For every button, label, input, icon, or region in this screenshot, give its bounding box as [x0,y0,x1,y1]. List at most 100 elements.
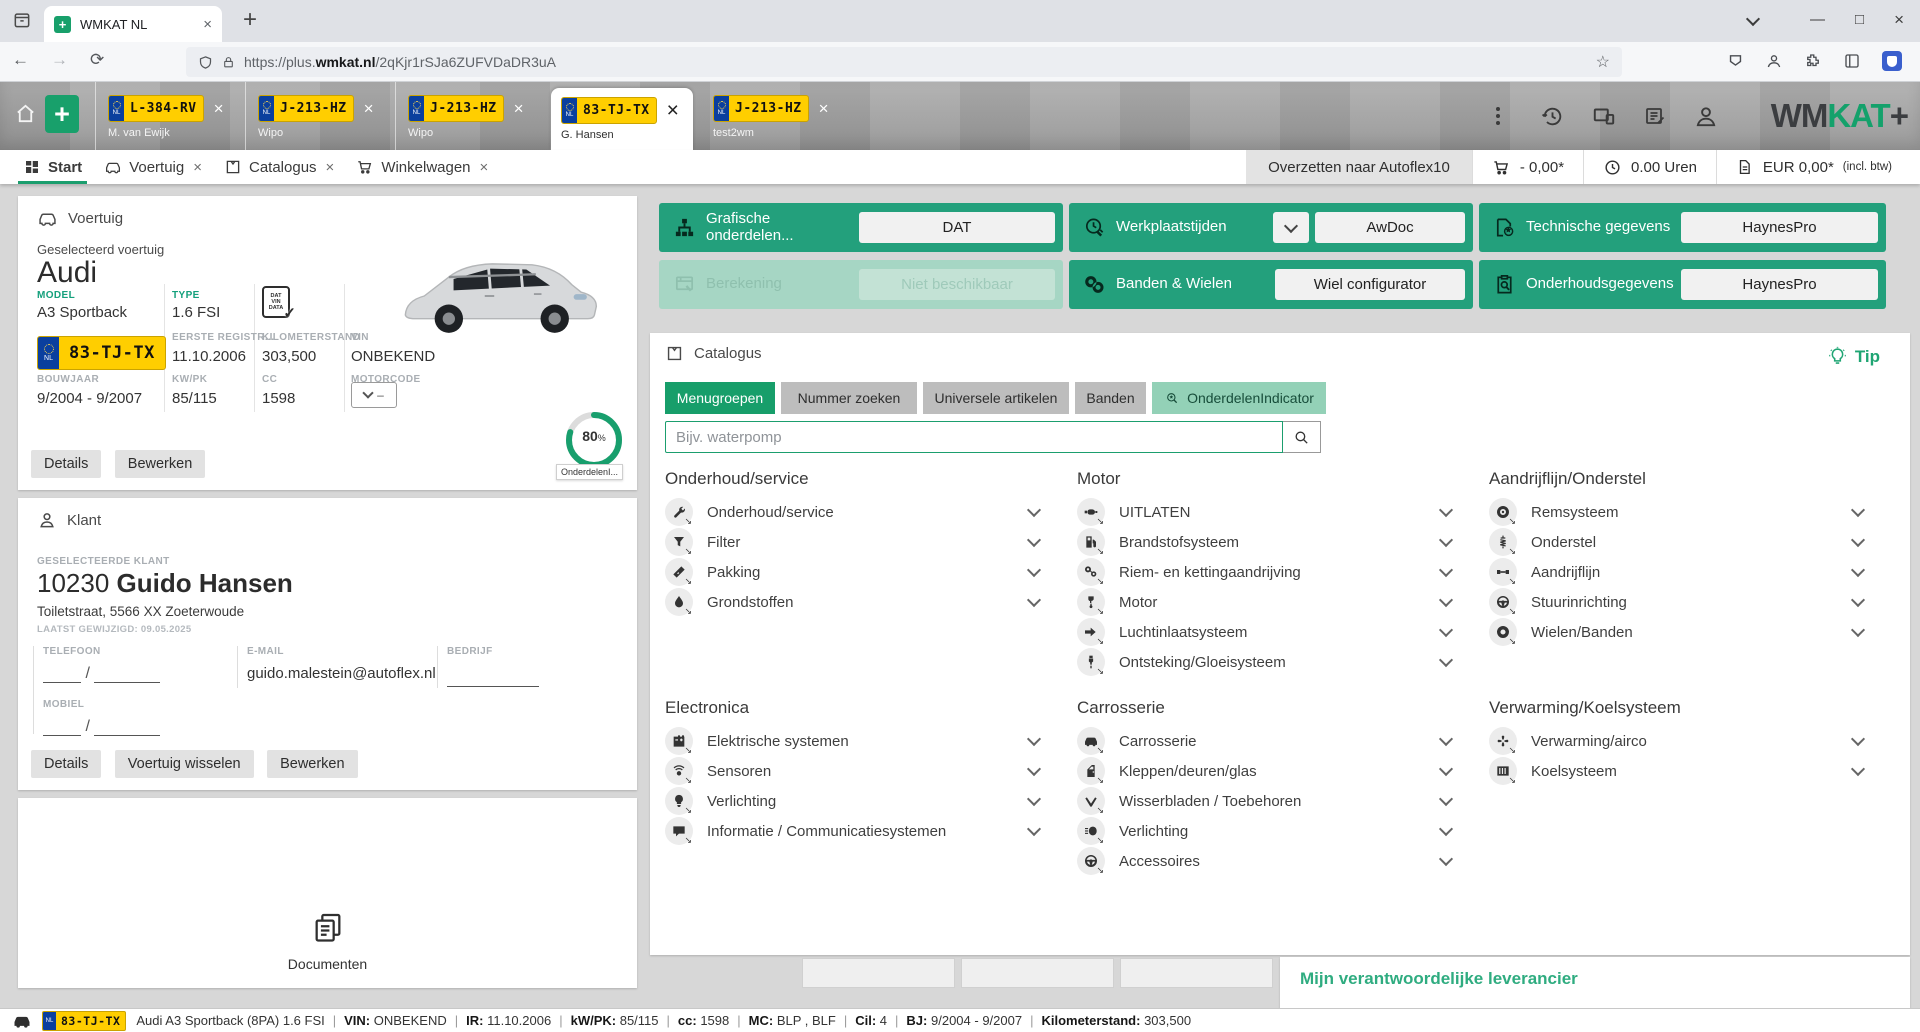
expand-chevron-icon[interactable] [1027,563,1041,577]
catalog-tab-2[interactable]: Nummer zoeken [781,382,917,414]
catalog-menu-item[interactable]: ↘UITLATEN [1077,497,1457,527]
action-tile-button[interactable]: HaynesPro [1681,212,1878,243]
catalog-menu-item[interactable]: ↘Remsysteem [1489,497,1869,527]
catalog-menu-item[interactable]: ↘Riem- en kettingaandrijving [1077,557,1457,587]
mobile-field[interactable]: / [43,718,160,736]
expand-chevron-icon[interactable] [1439,732,1453,746]
address-bar[interactable]: https://plus.wmkat.nl/2qKjr1rSJa6ZUFVDaD… [186,47,1622,77]
expand-chevron-icon[interactable] [1027,822,1041,836]
tab-list-chevron-icon[interactable] [1748,10,1758,30]
expand-chevron-icon[interactable] [1851,593,1865,607]
workspace-tab-voertuig[interactable]: Voertuig× [93,150,213,184]
extensions-puzzle-icon[interactable] [1804,52,1822,70]
catalog-menu-item[interactable]: ↘Grondstoffen [665,587,1045,617]
expand-chevron-icon[interactable] [1851,762,1865,776]
vehicle-tab[interactable]: NL83-TJ-TX×G. Hansen [551,88,693,150]
catalog-menu-item[interactable]: ↘Accessoires [1077,846,1457,876]
bookmark-star-icon[interactable]: ☆ [1596,52,1610,72]
window-maximize-button[interactable]: □ [1855,10,1864,30]
catalog-menu-item[interactable]: ↘Verlichting [1077,816,1457,846]
company-field[interactable] [447,669,539,687]
expand-chevron-icon[interactable] [1027,792,1041,806]
catalog-menu-item[interactable]: ↘Pakking [665,557,1045,587]
vehicle-tab[interactable]: NLL-384-RV×M. van Ewijk [95,82,245,150]
notes-icon[interactable] [1643,104,1667,128]
expand-chevron-icon[interactable] [1027,593,1041,607]
switch-vehicle-button[interactable]: Voertuig wisselen [115,750,254,778]
workspace-tab-start[interactable]: Start [12,150,93,184]
action-tile[interactable]: Technische gegevensHaynesPro [1479,203,1886,252]
tab-close-icon[interactable]: × [326,159,335,176]
action-tile[interactable]: OnderhoudsgegevensHaynesPro [1479,260,1886,309]
action-tile-button[interactable]: Wiel configurator [1275,269,1465,300]
expand-chevron-icon[interactable] [1851,503,1865,517]
license-plate[interactable]: NL83-TJ-TX [37,336,166,370]
hours-total[interactable]: 0.00 Uren [1583,150,1716,184]
tab-close-icon[interactable]: × [667,100,679,121]
tab-close-icon[interactable]: × [364,100,374,117]
dat-vin-data-icon[interactable]: DATVINDATA ✓ [262,286,292,320]
parts-indicator-gauge[interactable]: 80% OnderdelenI... [562,408,640,472]
account-icon[interactable] [1765,52,1783,70]
catalog-menu-item[interactable]: ↘Verlichting [665,786,1045,816]
catalog-tab-5[interactable]: OnderdelenIndicator [1152,382,1326,414]
expand-chevron-icon[interactable] [1851,732,1865,746]
tab-close-icon[interactable]: × [203,16,212,33]
catalog-menu-item[interactable]: ↘Sensoren [665,756,1045,786]
catalog-menu-item[interactable]: ↘Ontsteking/Gloeisysteem [1077,647,1457,677]
expand-chevron-icon[interactable] [1439,623,1453,637]
expand-chevron-icon[interactable] [1439,852,1453,866]
catalog-menu-item[interactable]: ↘Kleppen/deuren/glas [1077,756,1457,786]
expand-chevron-icon[interactable] [1439,822,1453,836]
catalog-menu-item[interactable]: ↘Onderhoud/service [665,497,1045,527]
new-vehicle-tab-button[interactable]: + [45,95,79,133]
catalog-menu-item[interactable]: ↘Filter [665,527,1045,557]
tip-link[interactable]: Tip [1827,346,1880,367]
expand-chevron-icon[interactable] [1027,732,1041,746]
tab-close-icon[interactable]: × [193,159,202,176]
user-icon[interactable] [1693,103,1719,129]
expand-chevron-icon[interactable] [1027,762,1041,776]
shield-icon[interactable] [198,55,213,70]
tab-close-icon[interactable]: × [819,100,829,117]
window-minimize-button[interactable]: — [1810,10,1825,30]
expand-chevron-icon[interactable] [1439,503,1453,517]
expand-chevron-icon[interactable] [1851,533,1865,547]
search-button[interactable] [1283,421,1321,453]
catalog-menu-item[interactable]: ↘Elektrische systemen [665,726,1045,756]
cart-total[interactable]: - 0,00* [1472,150,1583,184]
window-close-button[interactable]: × [1894,10,1904,30]
expand-chevron-icon[interactable] [1851,563,1865,577]
catalog-menu-item[interactable]: ↘Wisserbladen / Toebehoren [1077,786,1457,816]
tab-close-icon[interactable]: × [214,100,224,117]
customer-edit-button[interactable]: Bewerken [267,750,357,778]
dropdown-chevron-icon[interactable] [1273,212,1309,243]
catalog-menu-item[interactable]: ↘Aandrijflijn [1489,557,1869,587]
action-tile-button[interactable]: AwDoc [1315,212,1465,243]
expand-chevron-icon[interactable] [1027,503,1041,517]
history-icon[interactable] [1540,104,1565,129]
catalog-menu-item[interactable]: ↘Luchtinlaatsysteem [1077,617,1457,647]
new-tab-button[interactable]: + [236,7,264,35]
customer-details-button[interactable]: Details [31,750,101,778]
phone-field[interactable]: / [43,665,160,683]
catalog-tab-3[interactable]: Universele artikelen [923,382,1069,414]
catalog-menu-item[interactable]: ↘Verwarming/airco [1489,726,1869,756]
catalog-menu-item[interactable]: ↘Informatie / Communicatiesystemen [665,816,1045,846]
catalog-menu-item[interactable]: ↘Carrosserie [1077,726,1457,756]
action-tile[interactable]: WerkplaatstijdenAwDoc [1069,203,1473,252]
documents-label[interactable]: Documenten [288,956,367,972]
catalog-menu-item[interactable]: ↘Onderstel [1489,527,1869,557]
expand-chevron-icon[interactable] [1439,792,1453,806]
devices-icon[interactable] [1591,103,1617,129]
catalog-menu-item[interactable]: ↘Brandstofsysteem [1077,527,1457,557]
workspace-tab-catalogus[interactable]: Catalogus× [213,150,345,184]
action-tile[interactable]: Grafische onderdelen...DAT [659,203,1063,252]
action-tile-button[interactable]: DAT [859,212,1055,243]
engine-code-dropdown[interactable]: – [351,382,397,408]
transfer-autoflex-button[interactable]: Overzetten naar Autoflex10 [1246,150,1472,184]
reload-button[interactable]: ⟳ [90,50,104,70]
email-value[interactable]: guido.malestein@autoflex.nl [247,665,436,682]
expand-chevron-icon[interactable] [1027,533,1041,547]
catalog-menu-item[interactable]: ↘Wielen/Banden [1489,617,1869,647]
